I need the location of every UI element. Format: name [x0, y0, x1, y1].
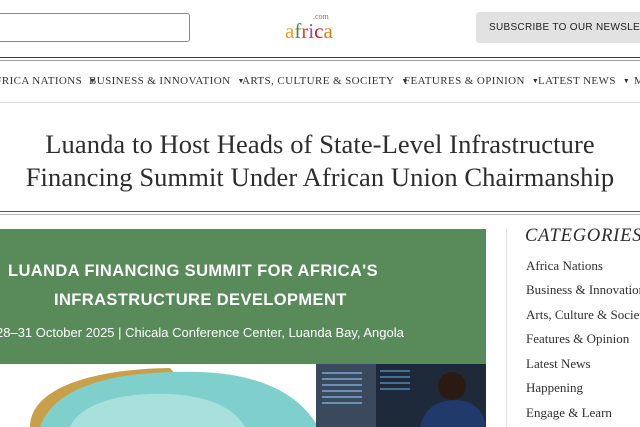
subscribe-newsletter-button[interactable]: SUBSCRIBE TO OUR NEWSLETTER — [476, 12, 640, 43]
person-head-shape — [438, 372, 466, 400]
category-link-happening[interactable]: Happening — [526, 380, 583, 396]
search-input[interactable] — [0, 13, 190, 42]
nav-item-africa-nations[interactable]: AFRICA NATIONS▼ — [0, 75, 97, 87]
logo-letter: c — [314, 19, 324, 43]
headline-line: Financing Summit Under African Union Cha… — [25, 162, 615, 192]
site-logo[interactable]: .com africa — [285, 12, 345, 43]
nav-item-features-opinion[interactable]: FEATURES & OPINION ▼ — [404, 75, 539, 87]
article-banner-image: LUANDA FINANCING SUMMIT FOR AFRICA'S INF… — [0, 229, 486, 427]
category-link-latest-news[interactable]: Latest News — [526, 356, 591, 372]
nav-item-business-innovation[interactable]: BUSINESS & INNOVATION ▼ — [89, 75, 245, 87]
sidebar-divider — [506, 229, 507, 427]
category-link-features-opinion[interactable]: Features & Opinion — [526, 331, 629, 347]
logo-word: africa — [285, 19, 333, 44]
nav-item-latest-news[interactable]: LATEST NEWS ▼ — [538, 75, 630, 87]
nav-item-label: LATEST NEWS — [538, 75, 616, 87]
nav-item-label: ARTS, CULTURE & SOCIETY — [242, 75, 395, 87]
nav-item-label: AFRICA NATIONS — [0, 75, 83, 87]
nav-item-more[interactable]: M — [634, 75, 640, 87]
article-headline: Luanda to Host Heads of State-Level Infr… — [0, 128, 640, 194]
nav-divider — [0, 102, 640, 103]
banner-title: LUANDA FINANCING SUMMIT FOR AFRICA'S INF… — [0, 257, 486, 315]
headline-divider — [0, 211, 640, 212]
nav-item-arts-culture-society[interactable]: ARTS, CULTURE & SOCIETY ▼ — [242, 75, 409, 87]
logo-letter: a — [285, 19, 295, 43]
main-nav: AFRICA NATIONS▼ BUSINESS & INNOVATION▼ A… — [0, 62, 640, 102]
nav-divider — [0, 57, 640, 58]
nav-item-label: M — [634, 75, 640, 87]
category-link-arts-culture-society[interactable]: Arts, Culture & Society — [526, 307, 640, 323]
nav-item-label: BUSINESS & INNOVATION — [89, 75, 231, 87]
headline-divider — [0, 214, 640, 215]
banner-graphic — [0, 364, 486, 427]
banner-subtitle: 28–31 October 2025 | Chicala Conference … — [0, 325, 404, 340]
headline-line: Luanda to Host Heads of State-Level Infr… — [45, 129, 595, 159]
categories-heading: CATEGORIES — [525, 226, 640, 246]
caret-down-icon: ▼ — [622, 77, 631, 85]
nav-divider — [0, 60, 640, 61]
category-link-engage-learn[interactable]: Engage & Learn — [526, 405, 612, 421]
banner-title-line: INFRASTRUCTURE DEVELOPMENT — [54, 291, 347, 309]
logo-letter: a — [323, 19, 333, 43]
category-link-business-innovation[interactable]: Business & Innovation — [526, 282, 640, 298]
nav-item-label: FEATURES & OPINION — [404, 75, 525, 87]
category-link-africa-nations[interactable]: Africa Nations — [526, 258, 603, 274]
banner-title-line: LUANDA FINANCING SUMMIT FOR AFRICA'S — [8, 262, 378, 280]
